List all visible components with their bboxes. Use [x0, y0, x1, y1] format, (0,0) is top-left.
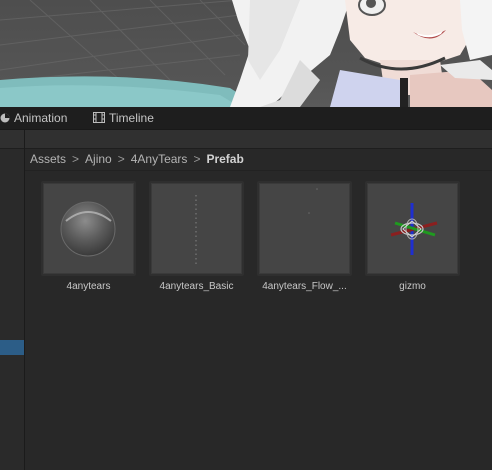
asset-item-4anytears-basic[interactable]: 4anytears_Basic	[149, 181, 244, 292]
breadcrumb: Assets > Ajino >4AnyTears > Prefab	[30, 150, 244, 168]
asset-item-4anytears[interactable]: 4anytears	[41, 181, 136, 292]
tab-timeline-label: Timeline	[109, 111, 154, 125]
asset-thumbnail[interactable]	[365, 181, 460, 276]
tab-timeline[interactable]: Timeline	[93, 107, 154, 129]
chevron-right-icon: >	[193, 152, 201, 166]
selected-folder-row[interactable]	[0, 340, 24, 355]
scene-render	[0, 0, 492, 107]
folder-tree-panel[interactable]	[0, 130, 25, 470]
asset-item-gizmo[interactable]: gizmo	[365, 181, 460, 292]
scene-view[interactable]	[0, 0, 492, 107]
asset-label: gizmo	[399, 281, 426, 292]
divider	[25, 170, 492, 171]
tab-animation[interactable]: Animation	[0, 107, 67, 129]
tab-bar: Animation Timeline	[0, 107, 492, 130]
breadcrumb-item-4anytears[interactable]: 4AnyTears	[131, 152, 188, 166]
asset-label: 4anytears_Basic	[159, 281, 234, 292]
dot-icon	[308, 188, 318, 214]
asset-label: 4anytears	[66, 281, 111, 292]
glass-sphere-icon	[60, 201, 116, 257]
axis-gizmo-icon	[390, 203, 438, 255]
breadcrumb-current-prefab[interactable]: Prefab	[206, 152, 243, 166]
asset-thumbnail[interactable]	[149, 181, 244, 276]
breadcrumb-item-assets[interactable]: Assets	[30, 152, 66, 166]
asset-thumbnail[interactable]	[257, 181, 352, 276]
tab-animation-label: Animation	[14, 111, 68, 125]
asset-label: 4anytears_Flow_...	[262, 281, 347, 292]
project-toolbar	[25, 130, 492, 149]
chevron-right-icon: >	[117, 152, 125, 166]
film-icon	[93, 108, 105, 130]
folder-tree-toolbar	[0, 130, 24, 149]
dotted-line-icon	[195, 195, 197, 265]
animation-icon	[0, 108, 10, 130]
project-browser: Assets > Ajino >4AnyTears > Prefab 4anytears	[25, 130, 492, 470]
asset-item-4anytears-flow[interactable]: 4anytears_Flow_...	[257, 181, 352, 292]
breadcrumb-item-ajino[interactable]: Ajino	[85, 152, 112, 166]
chevron-right-icon: >	[72, 152, 80, 166]
asset-thumbnail[interactable]	[41, 181, 136, 276]
